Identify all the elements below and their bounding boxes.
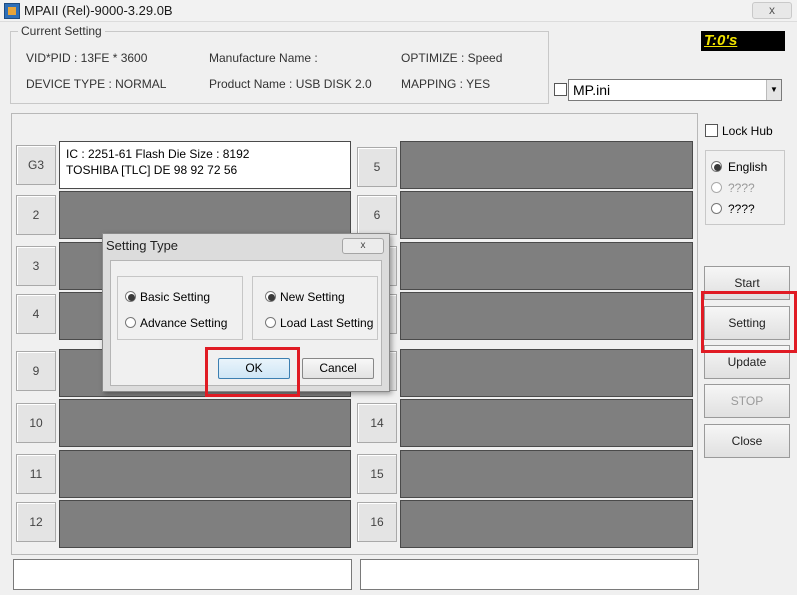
chevron-down-icon[interactable]: ▼ [766,80,781,100]
lock-hub-checkbox[interactable] [705,124,718,137]
port-slot-13[interactable] [400,349,693,397]
port-slot-6[interactable] [400,191,693,239]
mapping-text: MAPPING : YES [401,77,491,91]
port-button-6[interactable]: 6 [357,195,397,235]
language-radio-2[interactable] [711,182,722,193]
port-button-g3[interactable]: G3 [16,145,56,185]
dialog-title: Setting Type [106,238,179,253]
device-type-text: DEVICE TYPE : NORMAL [26,77,167,91]
port-g3-info-line1: IC : 2251-61 Flash Die Size : 8192 [66,147,250,161]
port-button-14[interactable]: 14 [357,403,397,443]
optimize-text: OPTIMIZE : Speed [401,51,503,65]
product-name-text: Product Name : USB DISK 2.0 [209,77,372,91]
language-label-3: ???? [728,202,755,216]
port-button-10[interactable]: 10 [16,403,56,443]
status-box-right [360,559,699,590]
window-title: MPAII (Rel)-9000-3.29.0B [24,3,173,18]
stop-button[interactable]: STOP [704,384,790,418]
port-button-12[interactable]: 12 [16,502,56,542]
setting-source-group: New Setting Load Last Setting [252,276,378,340]
port-g3-info-line2: TOSHIBA [TLC] DE 98 92 72 56 [66,163,238,177]
mp-ini-select[interactable]: MP.ini ▼ [568,79,782,101]
advance-setting-radio[interactable] [125,317,136,328]
setting-mode-group: Basic Setting Advance Setting [117,276,243,340]
port-slot-15[interactable] [400,450,693,498]
cancel-button[interactable]: Cancel [302,358,374,379]
timer-display: T:0's [701,31,785,51]
new-setting-radio[interactable] [265,291,276,302]
port-button-2[interactable]: 2 [16,195,56,235]
title-bar: MPAII (Rel)-9000-3.29.0B x [0,0,797,22]
port-slot-2[interactable] [59,191,351,239]
port-slot-7[interactable] [400,242,693,290]
basic-setting-label: Basic Setting [140,290,211,304]
port-slot-g3[interactable]: IC : 2251-61 Flash Die Size : 8192 TOSHI… [59,141,351,189]
lock-hub-label: Lock Hub [722,124,773,138]
port-slot-8[interactable] [400,292,693,340]
load-last-setting-label: Load Last Setting [280,316,374,330]
manufacture-name-text: Manufacture Name : [209,51,318,65]
port-slot-16[interactable] [400,500,693,548]
window-close-button[interactable]: x [752,2,792,19]
language-radio-3[interactable] [711,203,722,214]
ok-highlight-box [205,347,300,397]
language-label-english: English [728,160,768,174]
port-button-4[interactable]: 4 [16,294,56,334]
current-setting-group [10,31,549,104]
load-last-setting-radio[interactable] [265,317,276,328]
new-setting-label: New Setting [280,290,345,304]
port-button-3[interactable]: 3 [16,246,56,286]
language-radio-english[interactable] [711,161,722,172]
port-button-16[interactable]: 16 [357,502,397,542]
port-slot-5[interactable] [400,141,693,189]
port-slot-12[interactable] [59,500,351,548]
port-button-11[interactable]: 11 [16,454,56,494]
mp-ini-value: MP.ini [573,82,611,98]
port-slot-14[interactable] [400,399,693,447]
app-icon [4,3,20,19]
port-slot-11[interactable] [59,450,351,498]
port-slot-10[interactable] [59,399,351,447]
advance-setting-label: Advance Setting [140,316,228,330]
port-button-5[interactable]: 5 [357,147,397,187]
port-button-15[interactable]: 15 [357,454,397,494]
current-setting-legend: Current Setting [18,24,105,38]
close-button[interactable]: Close [704,424,790,458]
setting-highlight-box [701,291,797,353]
vid-pid-text: VID*PID : 13FE * 3600 [26,51,148,65]
port-button-9[interactable]: 9 [16,351,56,391]
dialog-close-button[interactable]: x [342,238,384,254]
basic-setting-radio[interactable] [125,291,136,302]
mp-ini-checkbox[interactable] [554,83,567,96]
language-label-2: ???? [728,181,755,195]
status-box-left [13,559,352,590]
